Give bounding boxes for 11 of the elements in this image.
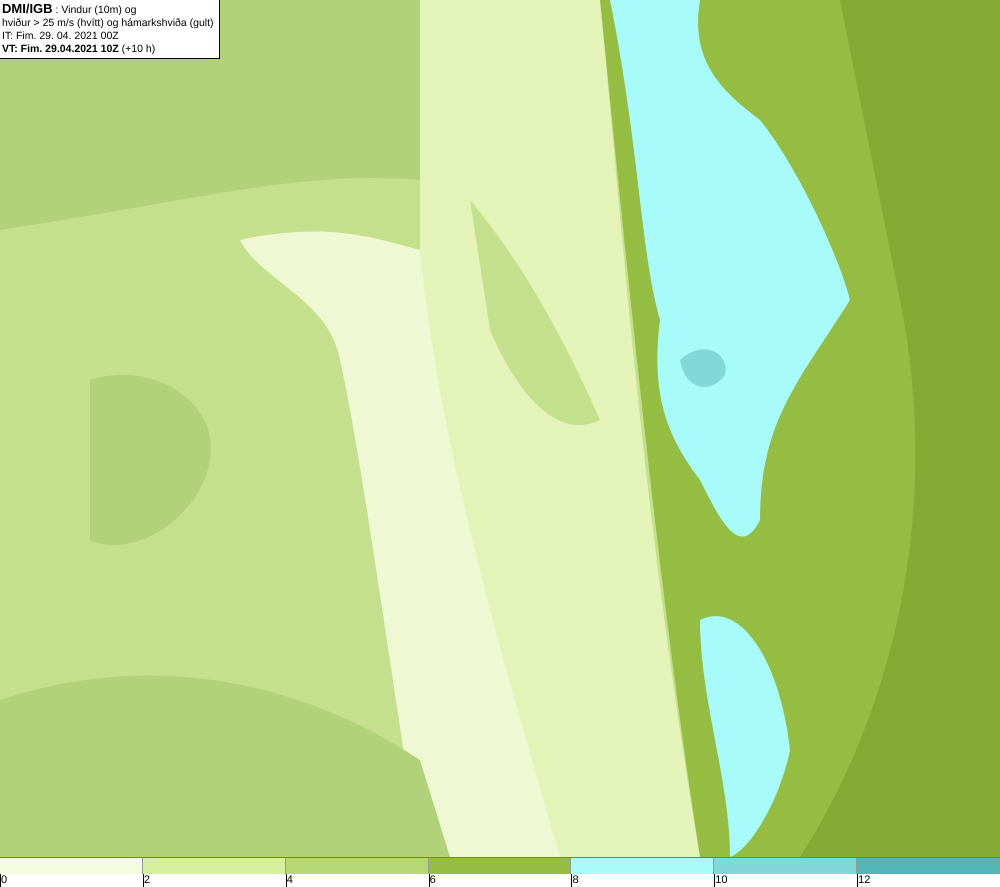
info-line: VT: Fim. 29.04.2021 10Z (+10 h) — [2, 43, 156, 56]
legend-tick-label: 10 — [715, 874, 728, 887]
info-line: DMI/IGB : Vindur (10m) og — [2, 2, 138, 17]
info-line: hviður > 25 m/s (hvítt) og hámarkshviða (gult) — [2, 17, 215, 30]
legend-tick-label: 0 — [1, 874, 8, 887]
legend-tick-label: 4 — [286, 874, 293, 887]
legend-tick-label: 6 — [430, 874, 436, 887]
legend-tick-label: 2 — [144, 874, 150, 887]
info-line: IT: Fim. 29. 04. 2021 00Z — [2, 30, 120, 43]
legend-tick-label: 8 — [572, 874, 579, 887]
legend-tick-label: 12 — [858, 874, 870, 887]
